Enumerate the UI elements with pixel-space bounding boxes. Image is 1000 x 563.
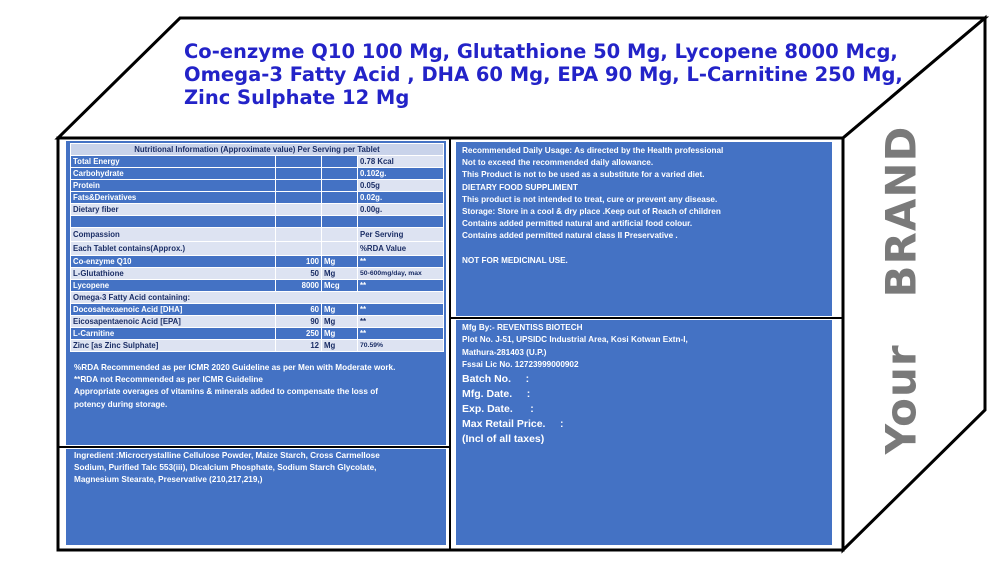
title-line: Omega-3 Fatty Acid , DHA 60 Mg, EPA 90 M… — [184, 63, 903, 86]
per-serving-label: Per Serving — [357, 227, 444, 242]
usage-line: Not to exceed the recommended daily allo… — [462, 158, 654, 168]
ingredient-unit: Mg — [321, 327, 358, 340]
ingredient-unit: Mg — [321, 303, 358, 316]
ingredient-unit: Mg — [321, 267, 358, 280]
ingredient-name: Zinc [as Zinc Sulphate] — [70, 339, 276, 352]
each-tablet-label: Each Tablet contains(Approx.) — [70, 241, 276, 256]
usage-line: Contains added permitted natural class I… — [462, 231, 678, 241]
brand-label: Your BRAND — [877, 126, 926, 455]
ingredient-name: L-Glutathione — [70, 267, 276, 280]
note-line: **RDA not Recommended as per ICMR Guidel… — [74, 375, 263, 385]
ingredient-rda: 50-600mg/day, max — [357, 267, 444, 280]
nutrient-value: 0.102g. — [357, 167, 444, 180]
brand-word-your: Your — [876, 344, 926, 455]
usage-panel: Recommended Daily Usage: As directed by … — [456, 142, 832, 316]
usage-line: Storage: Store in a cool & dry place .Ke… — [462, 207, 721, 217]
ingredient-rda: ** — [357, 327, 444, 340]
ingredient-unit: Mcg — [321, 279, 358, 292]
nutrient-value: 0.02g. — [357, 191, 444, 204]
brand-word-brand: BRAND — [876, 125, 926, 298]
batch-no-label: Batch No. : — [462, 372, 530, 385]
ingredient-rda: ** — [357, 303, 444, 316]
mfg-date-label: Mfg. Date. : — [462, 387, 531, 400]
omega-header: Omega-3 Fatty Acid containing: — [70, 291, 444, 304]
ingredient-rda: ** — [357, 255, 444, 268]
ingredient-rda: ** — [357, 315, 444, 328]
rda-value-label: %RDA Value — [357, 241, 444, 256]
ingredient-line: Magnesium Stearate, Preservative (210,21… — [74, 475, 263, 485]
mrp-label: Max Retail Price. : — [462, 418, 564, 431]
mfg-line: Mfg By:- REVENTISS BIOTECH — [462, 323, 583, 332]
ingredient-line: Ingredient :Microcrystalline Cellulose P… — [74, 451, 380, 460]
ingredient-name: L-Carnitine — [70, 327, 276, 340]
nutrient-value: 0.78 Kcal — [357, 155, 444, 168]
title-line: Co-enzyme Q10 100 Mg, Glutathione 50 Mg,… — [184, 40, 898, 63]
not-medicinal-label: NOT FOR MEDICINAL USE. — [462, 255, 568, 265]
ingredient-name: Eicosapentaenoic Acid [EPA] — [70, 315, 276, 328]
nutrient-name: Total Energy — [70, 155, 276, 168]
compassion-label: Compassion — [70, 227, 276, 242]
ingredients-panel: Ingredient :Microcrystalline Cellulose P… — [66, 449, 446, 545]
nutrition-header: Nutritional Information (Approximate val… — [70, 143, 444, 156]
ingredient-qty: 100 — [275, 255, 322, 268]
nutrient-name: Fats&Derivatives — [70, 191, 276, 204]
nutrient-name: Protein — [70, 179, 276, 192]
mfg-line: Plot No. J-51, UPSIDC Industrial Area, K… — [462, 335, 688, 345]
taxes-note: (Incl of all taxes) — [462, 433, 545, 446]
product-title: Co-enzyme Q10 100 Mg, Glutathione 50 Mg,… — [184, 40, 903, 109]
note-line: %RDA Recommended as per ICMR 2020 Guidel… — [74, 363, 396, 372]
ingredient-unit: Mg — [321, 315, 358, 328]
nutrient-name: Dietary fiber — [70, 203, 276, 216]
mfg-details: Mfg By:- REVENTISS BIOTECH Plot No. J-51… — [462, 322, 688, 448]
mfg-line: Fssai Lic No. 12723999000902 — [462, 360, 579, 370]
ingredient-qty: 8000 — [275, 279, 322, 292]
ingredient-rda: ** — [357, 279, 444, 292]
rda-notes: %RDA Recommended as per ICMR 2020 Guidel… — [74, 362, 442, 411]
ingredient-qty: 90 — [275, 315, 322, 328]
ingredient-qty: 60 — [275, 303, 322, 316]
nutrient-value: 0.05g — [357, 179, 444, 192]
note-line: Appropriate overages of vitamins & miner… — [74, 387, 378, 397]
ingredient-name: Lycopene — [70, 279, 276, 292]
ingredient-qty: 12 — [275, 339, 322, 352]
note-line: potency during storage. — [74, 399, 168, 409]
usage-line: Contains added permitted natural and art… — [462, 219, 693, 229]
ingredient-qty: 250 — [275, 327, 322, 340]
usage-line: This product is not intended to treat, c… — [462, 194, 718, 204]
mfg-line: Mathura-281403 (U.P.) — [462, 347, 547, 357]
usage-line: DIETARY FOOD SUPPLIMENT — [462, 182, 578, 192]
ingredient-unit: Mg — [321, 339, 358, 352]
nutrition-table: Nutritional Information (Approximate val… — [70, 143, 444, 352]
usage-line: Recommended Daily Usage: As directed by … — [462, 146, 724, 155]
exp-date-label: Exp. Date. : — [462, 403, 534, 416]
nutrient-value: 0.00g. — [357, 203, 444, 216]
ingredient-unit: Mg — [321, 255, 358, 268]
nutrient-name: Carbohydrate — [70, 167, 276, 180]
usage-line: This Product is not to be used as a subs… — [462, 170, 705, 180]
ingredient-name: Docosahexaenoic Acid [DHA] — [70, 303, 276, 316]
title-line: Zinc Sulphate 12 Mg — [184, 86, 410, 109]
ingredient-name: Co-enzyme Q10 — [70, 255, 276, 268]
ingredient-line: Sodium, Purified Talc 553(iii), Dicalciu… — [74, 463, 377, 473]
ingredient-rda: 70.59% — [357, 339, 444, 352]
ingredient-qty: 50 — [275, 267, 322, 280]
